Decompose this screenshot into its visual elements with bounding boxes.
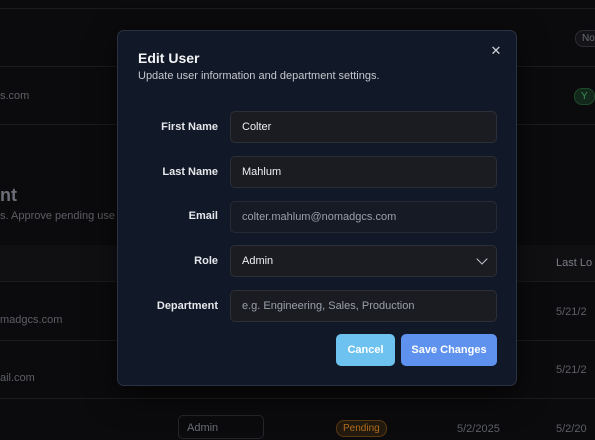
created-date: 5/2/2025 — [457, 423, 500, 435]
status-badge: Y — [574, 88, 595, 105]
last-login-date: 5/2/20 — [556, 423, 587, 435]
first-name-label: First Name — [161, 121, 218, 133]
role-select-value: Admin — [187, 422, 219, 434]
user-email: s.com — [0, 90, 30, 102]
user-email: madgcs.com — [0, 314, 63, 326]
email-field — [230, 201, 497, 233]
last-name-input[interactable] — [230, 156, 497, 188]
first-name-input[interactable] — [230, 111, 497, 143]
department-label: Department — [156, 300, 218, 312]
email-label: Email — [188, 210, 218, 222]
divider — [0, 8, 595, 9]
chevron-down-icon — [476, 253, 488, 265]
department-input[interactable] — [230, 290, 497, 322]
save-changes-button[interactable]: Save Changes — [401, 334, 497, 366]
dialog-description: Update user information and department s… — [138, 70, 380, 82]
status-badge: Pending — [336, 420, 387, 437]
role-select-value: Admin — [242, 255, 274, 267]
cancel-button[interactable]: Cancel — [336, 334, 395, 366]
column-header-last-login: Last Lo — [556, 257, 593, 269]
divider — [0, 398, 595, 399]
dialog-title: Edit User — [138, 50, 200, 66]
close-icon: ✕ — [490, 43, 502, 58]
last-login-date: 5/21/2 — [556, 306, 587, 318]
edit-user-dialog: Edit User Update user information and de… — [117, 30, 517, 386]
last-login-date: 5/21/2 — [556, 364, 587, 376]
status-badge: No — [575, 30, 595, 47]
user-email: ail.com — [0, 372, 35, 384]
role-select[interactable]: Admin — [178, 415, 264, 439]
close-button[interactable]: ✕ — [488, 43, 504, 59]
section-description: s. Approve pending use — [0, 210, 115, 222]
last-name-label: Last Name — [162, 166, 218, 178]
section-heading: nt — [0, 185, 17, 205]
role-label: Role — [194, 255, 218, 267]
role-select[interactable]: Admin — [230, 245, 497, 277]
